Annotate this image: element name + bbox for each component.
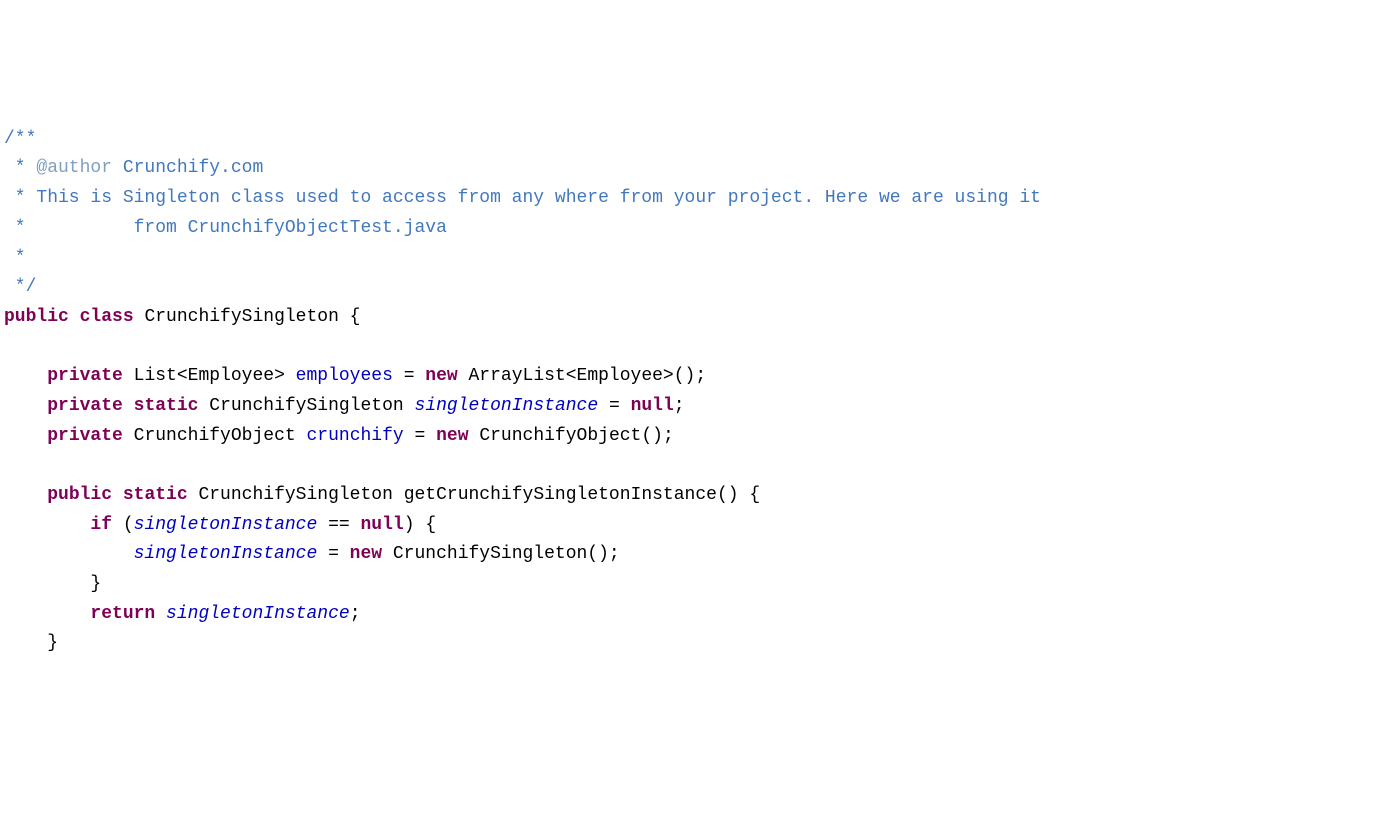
comment-line: * @author Crunchify.com [4, 158, 263, 178]
field-name: crunchify [306, 426, 403, 446]
keyword-null: null [631, 396, 674, 416]
static-field-name: singletonInstance [415, 396, 599, 416]
keyword-class: class [80, 307, 134, 327]
code-line: private List<Employee> employees = new A… [4, 366, 706, 386]
code-line: if (singletonInstance == null) { [4, 515, 436, 535]
static-field-name: singletonInstance [134, 515, 318, 535]
comment-line: /** [4, 129, 36, 149]
keyword-static: static [134, 396, 199, 416]
code-line: } [4, 633, 58, 653]
keyword-if: if [90, 515, 112, 535]
comment-line: * from CrunchifyObjectTest.java [4, 218, 447, 238]
static-field-name: singletonInstance [166, 604, 350, 624]
comment-line: * This is Singleton class used to access… [4, 188, 1041, 208]
keyword-public: public [47, 485, 112, 505]
keyword-private: private [47, 426, 123, 446]
code-line: return singletonInstance; [4, 604, 361, 624]
code-line: public static CrunchifySingleton getCrun… [4, 485, 760, 505]
static-field-name: singletonInstance [134, 544, 318, 564]
keyword-return: return [90, 604, 155, 624]
comment-line: */ [4, 277, 36, 297]
keyword-new: new [436, 426, 468, 446]
keyword-public: public [4, 307, 69, 327]
comment-line: * [4, 248, 26, 268]
keyword-new: new [425, 366, 457, 386]
keyword-private: private [47, 396, 123, 416]
code-block: /** * @author Crunchify.com * This is Si… [4, 125, 1376, 659]
field-name: employees [296, 366, 393, 386]
keyword-new: new [350, 544, 382, 564]
keyword-static: static [123, 485, 188, 505]
code-line: private static CrunchifySingleton single… [4, 396, 685, 416]
doc-tag: @author [36, 158, 112, 178]
keyword-private: private [47, 366, 123, 386]
code-line: singletonInstance = new CrunchifySinglet… [4, 544, 620, 564]
code-line: } [4, 574, 101, 594]
keyword-null: null [361, 515, 404, 535]
code-line: private CrunchifyObject crunchify = new … [4, 426, 674, 446]
code-line: public class CrunchifySingleton { [4, 307, 360, 327]
